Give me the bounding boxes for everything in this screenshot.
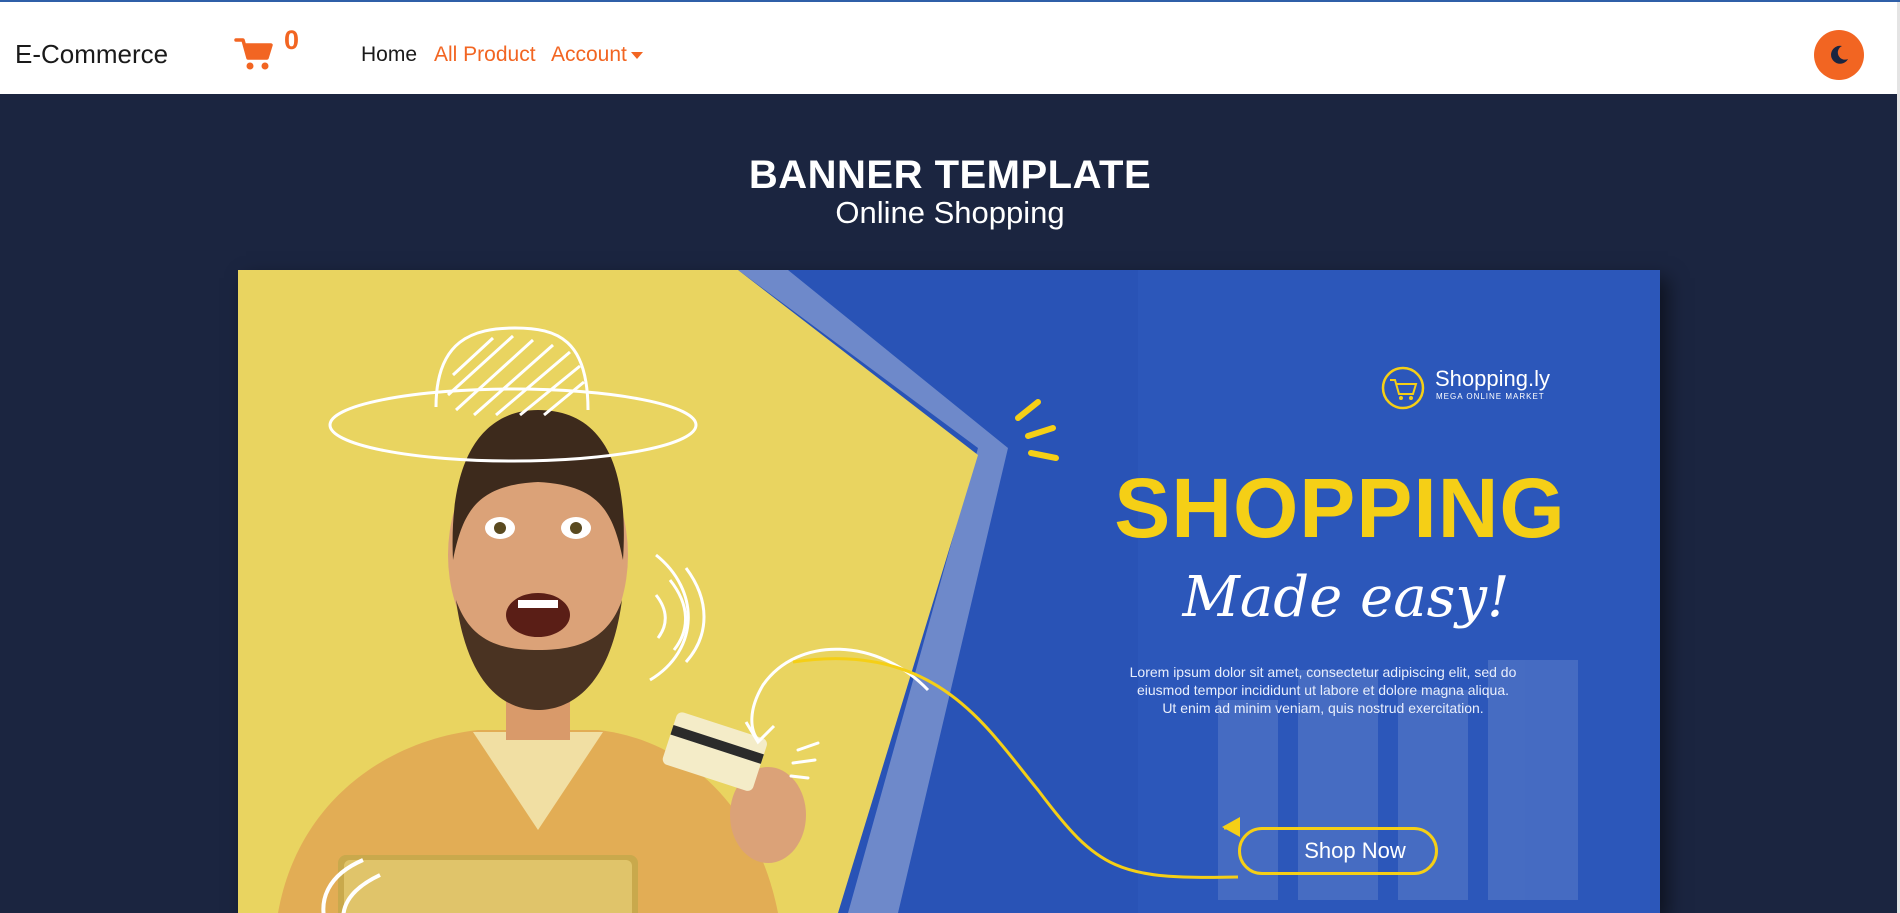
theme-toggle-button[interactable] (1814, 30, 1864, 80)
nav-account-label: Account (551, 43, 627, 66)
caret-down-icon (630, 51, 643, 59)
hero-subtitle: Online Shopping (835, 195, 1065, 230)
banner-logo-tagline: MEGA ONLINE MARKET (1436, 392, 1545, 401)
nav-all-product-link[interactable]: All Product (434, 44, 536, 65)
shop-now-label[interactable]: Shop Now (1280, 840, 1430, 862)
banner-headline: SHOPPING (1114, 461, 1566, 555)
banner-body-text: Lorem ipsum dolor sit amet, consectetur … (1118, 663, 1528, 717)
banner-body-line: Ut enim ad minim veniam, quis nostrud ex… (1162, 700, 1484, 716)
hero-title: BANNER TEMPLATE (748, 153, 1152, 197)
navbar: E-Commerce 0 Home All Product Account (0, 2, 1900, 94)
banner-logo-name: Shopping.ly (1435, 366, 1550, 391)
banner-body-line: eiusmod tempor incididunt ut labore et d… (1136, 682, 1509, 698)
arrow-left-icon (1222, 817, 1240, 837)
shopping-cart-icon[interactable] (234, 36, 274, 72)
promo-banner[interactable]: Shopping.ly MEGA ONLINE MARKET SHOPPING … (238, 270, 1660, 913)
brand-logo[interactable]: E-Commerce (15, 41, 168, 67)
banner-body-line: Lorem ipsum dolor sit amet, consectetur … (1129, 664, 1517, 680)
nav-account-dropdown[interactable]: Account (551, 44, 643, 65)
cart-count-badge: 0 (284, 25, 300, 55)
moon-icon (1831, 45, 1848, 64)
nav-home-link[interactable]: Home (361, 44, 417, 65)
banner-script-line: Made easy! (1182, 565, 1510, 630)
